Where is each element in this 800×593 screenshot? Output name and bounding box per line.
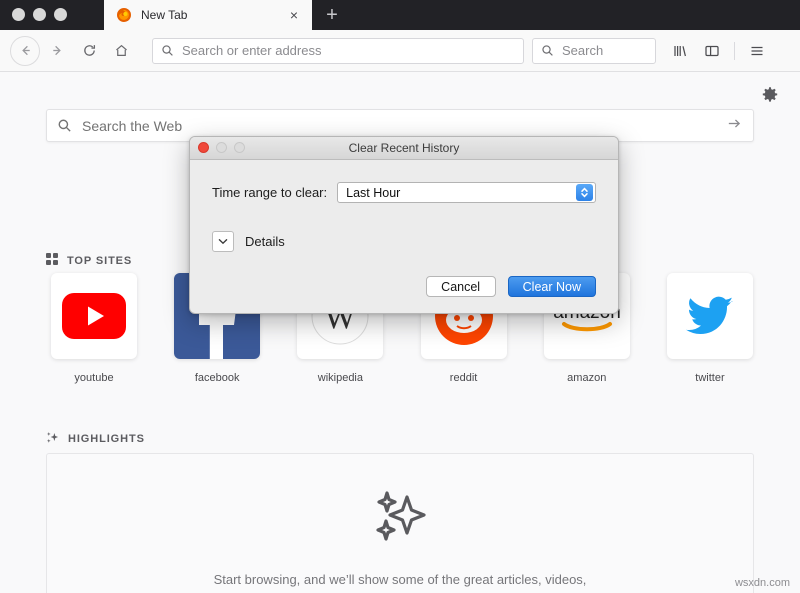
highlights-empty-state: Start browsing, and we’ll show some of t… [46, 453, 754, 593]
top-site-label: twitter [695, 372, 725, 384]
clear-recent-history-dialog: Clear Recent History Time range to clear… [189, 136, 619, 314]
top-site-label: facebook [194, 372, 240, 384]
highlights-heading: HIGHLIGHTS [46, 431, 145, 447]
library-icon[interactable] [666, 37, 694, 65]
navigation-toolbar: Search or enter address Search [0, 30, 800, 72]
dialog-actions: Cancel Clear Now [212, 276, 596, 297]
search-bar-placeholder: Search [562, 43, 604, 58]
back-arrow-icon[interactable] [10, 35, 40, 66]
sparkle-icon [46, 431, 59, 447]
search-icon [162, 45, 173, 56]
sidebar-icon[interactable] [698, 37, 726, 65]
clear-now-button[interactable]: Clear Now [507, 276, 596, 297]
dialog-body: Time range to clear: Last Hour Details C… [190, 160, 618, 297]
address-bar-placeholder: Search or enter address [182, 43, 322, 58]
address-bar[interactable]: Search or enter address [152, 37, 524, 64]
top-site-label: amazon [567, 372, 607, 384]
window-minimize-button[interactable] [33, 8, 46, 21]
tab-new-tab[interactable]: New Tab × [104, 0, 312, 30]
details-row[interactable]: Details [212, 231, 596, 252]
arrow-right-icon[interactable] [726, 115, 743, 137]
sparkle-icon [372, 491, 428, 548]
forward-arrow-icon[interactable] [42, 36, 72, 66]
dialog-traffic-lights [198, 142, 245, 153]
top-site-youtube[interactable]: youtube [46, 273, 142, 384]
firefox-icon [116, 7, 132, 23]
search-icon [542, 45, 553, 56]
new-tab-button[interactable]: + [312, 0, 352, 30]
zoom-icon [234, 142, 245, 153]
close-icon[interactable]: × [286, 7, 302, 23]
chevron-down-icon[interactable] [212, 231, 234, 252]
time-range-row: Time range to clear: Last Hour [212, 182, 596, 203]
highlights-heading-label: HIGHLIGHTS [68, 433, 145, 445]
home-icon[interactable] [106, 36, 136, 66]
top-sites-heading-label: TOP SITES [67, 254, 133, 267]
top-site-label: youtube [74, 372, 114, 384]
top-site-tile[interactable] [666, 273, 753, 359]
window-traffic-lights [12, 8, 67, 21]
cancel-button[interactable]: Cancel [425, 276, 496, 297]
search-icon [58, 119, 71, 132]
title-bar: New Tab × + [0, 0, 800, 30]
top-site-label: wikipedia [317, 372, 363, 384]
details-label: Details [245, 234, 285, 249]
search-bar[interactable]: Search [532, 37, 656, 64]
tab-title: New Tab [141, 8, 188, 22]
top-sites-heading: TOP SITES [46, 253, 132, 268]
youtube-logo [62, 293, 126, 339]
web-search-placeholder: Search the Web [82, 117, 183, 134]
top-site-twitter[interactable]: twitter [662, 273, 758, 384]
time-range-value: Last Hour [346, 185, 401, 200]
window-close-button[interactable] [12, 8, 25, 21]
top-site-label: reddit [449, 372, 478, 384]
time-range-label: Time range to clear: [212, 185, 328, 200]
top-site-tile[interactable] [51, 273, 137, 359]
dialog-title: Clear Recent History [348, 141, 460, 155]
grid-icon [46, 253, 58, 268]
time-range-select[interactable]: Last Hour [337, 182, 596, 203]
toolbar-icons [666, 37, 771, 65]
hamburger-menu-icon[interactable] [743, 37, 771, 65]
dialog-title-bar: Clear Recent History [190, 137, 618, 160]
tab-strip: New Tab × + [104, 0, 352, 30]
watermark: wsxdn.com [734, 577, 790, 589]
reload-icon[interactable] [74, 36, 104, 66]
highlights-empty-text: Start browsing, and we’ll show some of t… [213, 572, 587, 593]
gear-icon[interactable] [760, 86, 782, 108]
window-zoom-button[interactable] [54, 8, 67, 21]
twitter-logo [685, 296, 734, 335]
close-icon[interactable] [198, 142, 209, 153]
toolbar-divider [734, 41, 735, 60]
minimize-icon [216, 142, 227, 153]
stepper-updown-icon[interactable] [576, 184, 593, 201]
